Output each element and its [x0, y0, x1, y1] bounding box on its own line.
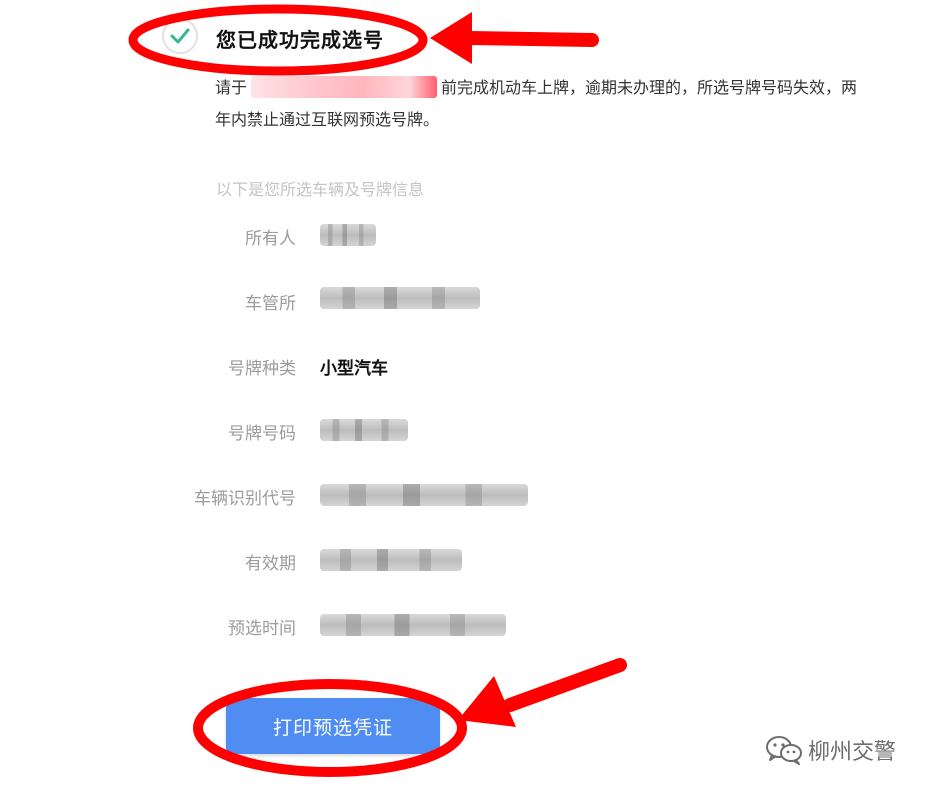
plate-number-label: 号牌号码 [228, 424, 296, 444]
vin-label: 车辆识别代号 [194, 489, 296, 509]
wechat-icon [764, 734, 804, 770]
owner-value-redacted [320, 224, 376, 246]
vehicle-office-value-redacted [320, 287, 480, 309]
vehicle-office-label: 车管所 [245, 294, 296, 314]
section-hint: 以下是您所选车辆及号牌信息 [216, 180, 425, 199]
annotation-arrow-title-icon [430, 12, 599, 64]
plate-number-value-redacted [320, 419, 408, 441]
preselect-time-label: 预选时间 [228, 619, 296, 639]
plate-type-label: 号牌种类 [228, 359, 296, 379]
annotation-arrow-button-icon [458, 658, 627, 727]
deadline-notice: 请于 前完成机动车上牌，逾期未办理的，所选号牌号码失效，两年内禁止通过互联网预选号… [215, 72, 865, 136]
owner-label: 所有人 [245, 229, 296, 249]
notice-prefix: 请于 [215, 78, 248, 97]
success-title: 您已成功完成选号 [216, 28, 384, 52]
watermark-text: 柳州交警 [808, 740, 897, 765]
validity-value-redacted [320, 549, 462, 571]
success-check-icon [162, 18, 198, 54]
preselect-time-value-redacted [320, 614, 506, 636]
validity-label: 有效期 [245, 554, 296, 574]
print-voucher-button[interactable]: 打印预选凭证 [226, 698, 440, 754]
plate-type-value: 小型汽车 [320, 359, 388, 379]
vin-value-redacted [320, 484, 528, 506]
redacted-deadline-date [251, 76, 438, 98]
